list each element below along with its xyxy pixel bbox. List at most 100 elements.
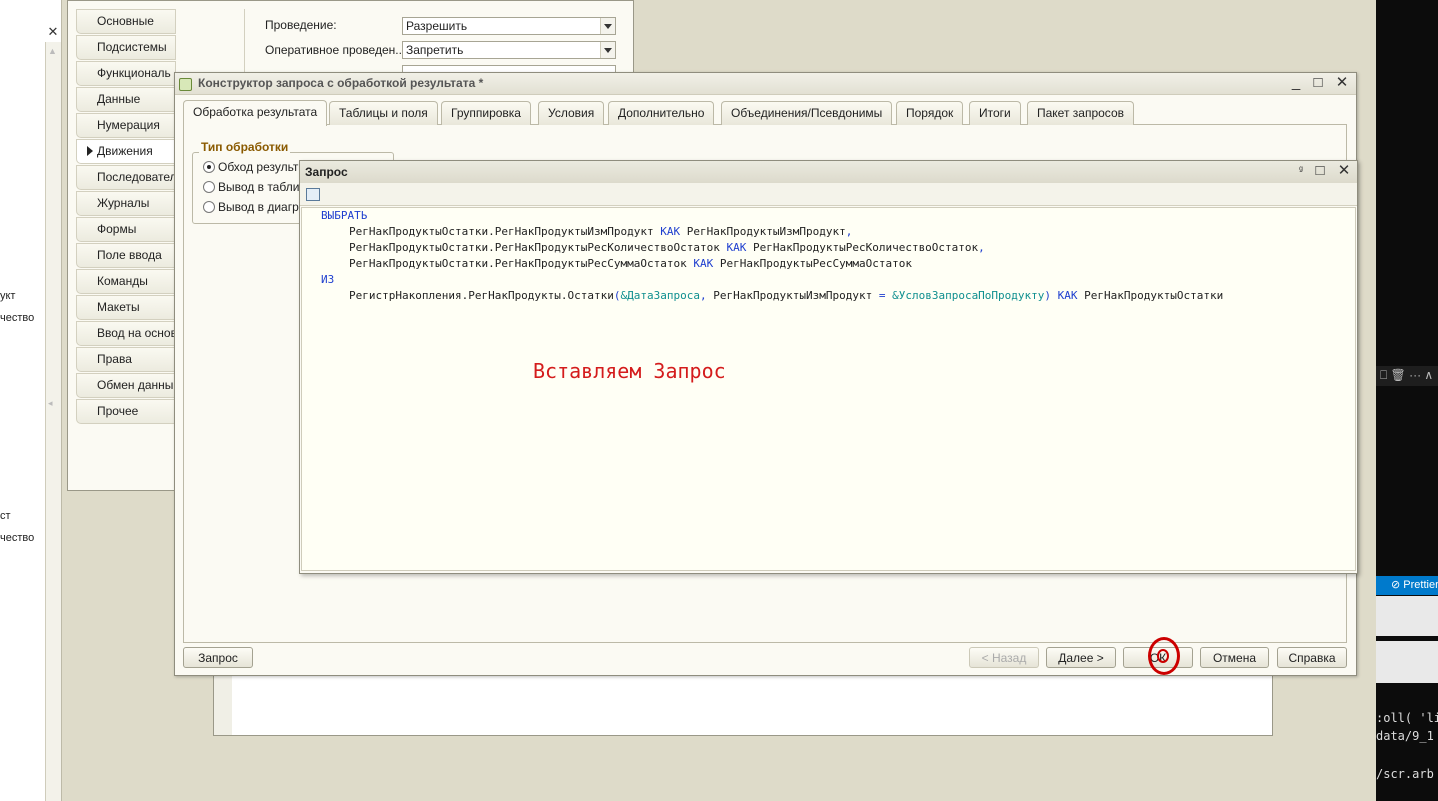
nav-item-other[interactable]: Прочее [76, 399, 176, 424]
posting-label: Проведение: [265, 18, 337, 32]
parameter: &УсловЗапросаПоПродукту [892, 289, 1045, 302]
radio-output-table[interactable]: Вывод в табли [203, 180, 299, 194]
terminal-line: :oll( 'li [1376, 711, 1438, 725]
paren: ) [1044, 289, 1052, 302]
comma: , [700, 289, 707, 302]
scroll-up-icon[interactable]: ▲ [48, 46, 57, 56]
query-builder-icon[interactable] [306, 188, 320, 201]
constructor-app-icon [179, 78, 192, 91]
radio-label: Обход результ [218, 160, 299, 174]
radio-output-chart[interactable]: Вывод в диагр [203, 200, 299, 214]
expand-arrow-icon [87, 146, 93, 156]
code-line: РегистрНакопления.РегНакПродукты.Остатки… [349, 288, 1223, 304]
tab-query-batch[interactable]: Пакет запросов [1027, 101, 1134, 125]
left-panel-text: чество [0, 312, 35, 324]
pin-icon[interactable]: ᵍ [1292, 163, 1310, 179]
help-button[interactable]: Справка [1277, 647, 1347, 668]
posting-select-value: Разрешить [406, 19, 468, 33]
source-function: РегистрНакопления.РегНакПродукты.Остатки [349, 289, 614, 302]
keyword-as: КАК [1057, 289, 1078, 302]
keyword-select: ВЫБРАТЬ [321, 209, 368, 222]
nav-item-subsystems[interactable]: Подсистемы [76, 35, 176, 60]
nav-item-sequences[interactable]: Последователь [76, 165, 176, 190]
tab-unions-aliases[interactable]: Объединения/Псевдонимы [721, 101, 893, 125]
nav-item-movements[interactable]: Движения [76, 139, 176, 164]
comma: , [845, 225, 853, 238]
paren: ( [613, 289, 621, 302]
keyword-as: КАК [726, 241, 747, 254]
editor-gutter [214, 675, 232, 735]
nav-item-commands[interactable]: Команды [76, 269, 176, 294]
chevron-down-icon[interactable] [600, 42, 615, 58]
tab-result-processing[interactable]: Обработка результата [183, 100, 328, 126]
keyword-as: КАК [660, 225, 681, 238]
terminal-toolbar[interactable]: ⎕ 🗑 ··· ∧ [1376, 366, 1438, 386]
comma: , [978, 241, 985, 254]
nav-item-input-field[interactable]: Поле ввода [76, 243, 176, 268]
nav-item-journals[interactable]: Журналы [76, 191, 176, 216]
field-name: РегНакПродуктыОстатки.РегНакПродуктыИзмП… [349, 225, 654, 238]
online-posting-label: Оперативное проведен... [265, 43, 406, 57]
query-titlebar[interactable] [300, 161, 1357, 183]
online-posting-select-value: Запретить [406, 43, 464, 57]
close-icon[interactable]: ✕ [1333, 75, 1351, 91]
terminal-panel-block [1376, 596, 1438, 636]
nav-item-forms[interactable]: Формы [76, 217, 176, 242]
source-alias: РегНакПродуктыОстатки [1084, 289, 1224, 302]
field-alias: РегНакПродуктыРесСуммаОстаток [719, 257, 912, 270]
left-panel-scrollbar[interactable] [45, 42, 61, 801]
nav-item-input-based[interactable]: Ввод на основ [76, 321, 176, 346]
equals: = [878, 289, 886, 302]
constructor-title: Конструктор запроса с обработкой результ… [198, 76, 484, 90]
keyword-as: КАК [693, 257, 714, 270]
cancel-button[interactable]: Отмена [1200, 647, 1269, 668]
tab-additional[interactable]: Дополнительно [608, 101, 715, 125]
terminal-line: /scr.arb [1376, 767, 1434, 781]
nav-item-rights[interactable]: Права [76, 347, 176, 372]
tab-conditions[interactable]: Условия [538, 101, 605, 125]
scroll-thumb-icon[interactable]: ◂ [48, 398, 53, 409]
nav-item-data[interactable]: Данные [76, 87, 176, 112]
radio-icon[interactable] [203, 181, 215, 193]
tab-order[interactable]: Порядок [896, 101, 964, 125]
nav-item-data-exchange[interactable]: Обмен данны [76, 373, 176, 398]
radio-icon[interactable] [203, 201, 215, 213]
tab-totals[interactable]: Итоги [969, 101, 1021, 125]
next-button[interactable]: Далее > [1046, 647, 1116, 668]
tab-grouping[interactable]: Группировка [441, 101, 531, 125]
code-line: РегНакПродуктыОстатки.РегНакПродуктыРесС… [349, 256, 912, 272]
tab-tables-and-fields[interactable]: Таблицы и поля [329, 101, 438, 125]
left-panel-text: чество [0, 532, 35, 544]
query-button[interactable]: Запрос [183, 647, 253, 668]
keyword-from: ИЗ [321, 273, 335, 286]
nav-item-label: Движения [97, 144, 153, 158]
maximize-icon[interactable]: □ [1311, 163, 1329, 179]
radio-selected-icon[interactable] [203, 161, 215, 173]
online-posting-select[interactable]: Запретить [402, 41, 616, 59]
minimize-icon[interactable]: _ [1287, 75, 1305, 91]
close-icon[interactable]: ✕ [1335, 163, 1353, 179]
chevron-down-icon[interactable] [600, 18, 615, 34]
underlying-editor-window [213, 674, 1273, 736]
processing-type-title: Тип обработки [199, 140, 291, 154]
radio-label: Вывод в табли [218, 180, 300, 194]
code-line: РегНакПродуктыОстатки.РегНакПродуктыИзмП… [349, 224, 852, 240]
field-name: РегНакПродуктыОстатки.РегНакПродуктыРесС… [349, 257, 687, 270]
nav-item-numbering[interactable]: Нумерация [76, 113, 176, 138]
code-line: ВЫБРАТЬ [321, 208, 367, 224]
field-alias: РегНакПродуктыРесКоличествоОстаток [753, 241, 979, 254]
nav-item-functional[interactable]: Функциональ [76, 61, 176, 86]
posting-select[interactable]: Разрешить [402, 17, 616, 35]
nav-item-templates[interactable]: Макеты [76, 295, 176, 320]
nav-item-main[interactable]: Основные [76, 9, 176, 34]
radio-traverse-result[interactable]: Обход результ [203, 160, 298, 174]
back-button[interactable]: < Назад [969, 647, 1039, 668]
prettier-status[interactable]: ⊘ Prettier [1376, 576, 1438, 595]
parameter: &ДатаЗапроса [620, 289, 701, 302]
field-alias: РегНакПродуктыИзмПродукт [686, 225, 846, 238]
query-toolbar [300, 183, 1357, 206]
code-line: РегНакПродуктыОстатки.РегНакПродуктыРесК… [349, 240, 985, 256]
left-panel-close-icon[interactable]: ✕ [46, 24, 60, 40]
field-name: РегНакПродуктыОстатки.РегНакПродуктыРесК… [349, 241, 720, 254]
maximize-icon[interactable]: □ [1309, 75, 1327, 91]
